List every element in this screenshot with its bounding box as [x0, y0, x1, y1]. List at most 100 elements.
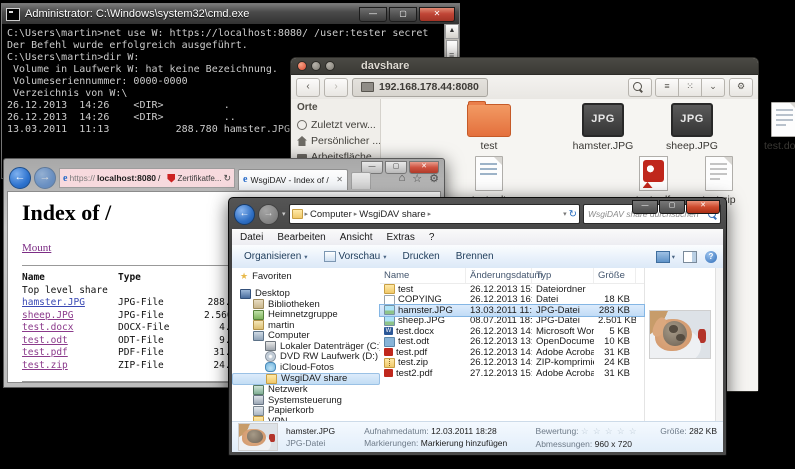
add-tag-field[interactable]: Markierung hinzufügen: [421, 438, 507, 448]
search-button[interactable]: [628, 78, 652, 97]
tree-item-martin[interactable]: martin: [232, 320, 380, 331]
tree-item-desktop[interactable]: Desktop: [232, 289, 380, 300]
history-dropdown[interactable]: ▾: [282, 210, 286, 218]
tree-item-computer[interactable]: Computer: [232, 331, 380, 342]
file-link[interactable]: test.zip: [22, 360, 68, 371]
maximize-button[interactable]: ▢: [389, 7, 417, 22]
certificate-error-button[interactable]: Zertifikatfe...: [177, 174, 221, 183]
navigation-tree: ★Favoriten Desktop Bibliotheken Heimnetz…: [232, 268, 380, 422]
close-button[interactable]: ✕: [419, 7, 455, 22]
file-item-sheep-jpg[interactable]: JPG sheep.JPG: [649, 101, 735, 152]
settings-gear-icon[interactable]: ⚙: [429, 172, 439, 185]
tree-item-netzwerk[interactable]: Netzwerk: [232, 385, 380, 396]
menu-datei[interactable]: Datei: [240, 232, 263, 243]
forward-button[interactable]: ›: [324, 78, 348, 97]
help-icon[interactable]: ?: [705, 251, 717, 263]
file-link[interactable]: hamster.JPG: [22, 297, 85, 308]
back-button[interactable]: ‹: [296, 78, 320, 97]
file-row-test[interactable]: test 26.12.2013 15:21 Dateiordner: [380, 284, 644, 295]
maximize-button[interactable]: [325, 61, 335, 71]
mount-link[interactable]: Mount: [22, 242, 51, 254]
home-icon[interactable]: ⌂: [399, 172, 406, 185]
minimize-button[interactable]: —: [359, 7, 387, 22]
print-button[interactable]: Drucken: [397, 249, 446, 264]
gear-menu-button[interactable]: ⚙: [729, 78, 753, 97]
file-row-hamster-selected[interactable]: hamster.JPG 13.03.2011 11:13 JPG-Datei 2…: [380, 305, 644, 316]
pdf-file-icon: [384, 369, 393, 377]
file-row-copying[interactable]: COPYING 26.12.2013 16:22 Datei 18 KB: [380, 295, 644, 306]
sidebar-item-home[interactable]: Persönlicher ...: [297, 133, 380, 149]
cmd-title-bar[interactable]: Administrator: C:\Windows\system32\cmd.e…: [2, 4, 459, 24]
file-item-hamster-jpg[interactable]: JPG hamster.JPG: [560, 101, 646, 152]
file-size: 282 KB: [689, 426, 717, 436]
file-link[interactable]: test.odt: [22, 335, 68, 346]
change-view-button[interactable]: ▾: [656, 251, 675, 263]
breadcrumb-davshare[interactable]: WsgiDAV share: [359, 209, 425, 220]
breadcrumb-field[interactable]: ▸ Computer ▸ WsgiDAV share ▸ ▾ ↻: [289, 204, 580, 224]
file-row-sheep[interactable]: sheep.JPG 08.07.2011 18:52 JPG-Datei 2.5…: [380, 316, 644, 327]
column-type[interactable]: Typ: [532, 268, 594, 283]
file-list: Name Änderungsdatum Typ Größe test 26.12…: [380, 268, 644, 422]
file-item-test-docx[interactable]: test.docx: [742, 101, 795, 152]
maximize-button[interactable]: ▢: [659, 200, 685, 214]
list-view-button[interactable]: ≡: [655, 78, 679, 97]
cmd-window-title: Administrator: C:\Windows\system32\cmd.e…: [25, 8, 359, 20]
scrollbar[interactable]: [715, 268, 723, 422]
preview-pane-toggle[interactable]: [683, 251, 697, 263]
preview-button[interactable]: Vorschau▾: [318, 249, 393, 264]
view-options-chevron[interactable]: ⌄: [701, 78, 725, 97]
tree-item-dvd[interactable]: DVD RW Laufwerk (D:): [232, 352, 380, 363]
forward-button[interactable]: →: [34, 167, 56, 189]
nautilus-title-bar[interactable]: davshare: [291, 58, 758, 75]
burn-button[interactable]: Brennen: [450, 249, 500, 264]
organize-button[interactable]: Organisieren▾: [238, 249, 314, 264]
file-link[interactable]: sheep.JPG: [22, 310, 73, 321]
sidebar-item-recent[interactable]: Zuletzt verw...: [297, 117, 380, 133]
file-link[interactable]: test.docx: [22, 322, 73, 333]
forward-button[interactable]: →: [258, 204, 279, 225]
file-link[interactable]: test.pdf: [22, 347, 68, 358]
file-row-pdf2[interactable]: test2.pdf 27.12.2013 15:10 Adobe Acrobat…: [380, 368, 644, 379]
tree-item-icloud[interactable]: iCloud-Fotos: [232, 362, 380, 373]
file-row-odt[interactable]: test.odt 26.12.2013 13:55 OpenDocument T…: [380, 337, 644, 348]
tree-item-davshare-selected[interactable]: WsgiDAV share: [232, 373, 380, 385]
menu-bearbeiten[interactable]: Bearbeiten: [277, 232, 325, 243]
scroll-up-arrow[interactable]: ▲: [445, 24, 459, 39]
tree-item-favoriten[interactable]: ★Favoriten: [232, 271, 380, 282]
close-button[interactable]: ✕: [686, 200, 720, 214]
favorites-star-icon[interactable]: ☆: [412, 172, 422, 185]
tree-item-heimnetzgruppe[interactable]: Heimnetzgruppe: [232, 310, 380, 321]
file-item-test[interactable]: test: [446, 101, 532, 152]
refresh-icon[interactable]: ↻: [223, 173, 231, 184]
column-size[interactable]: Größe: [594, 268, 636, 283]
tab-close-icon[interactable]: ✕: [336, 175, 343, 184]
menu-bar: Datei Bearbeiten Ansicht Extras ?: [232, 229, 723, 246]
rating-stars[interactable]: ☆ ☆ ☆ ☆ ☆: [581, 426, 638, 436]
refresh-icon[interactable]: ↻: [569, 209, 577, 220]
browser-tab[interactable]: e WsgiDAV - Index of / ✕: [238, 169, 348, 190]
grid-view-button[interactable]: ⁙: [678, 78, 702, 97]
search-icon: [633, 82, 642, 91]
location-breadcrumb[interactable]: 192.168.178.44:8080: [352, 78, 488, 97]
tree-item-disk-c[interactable]: Lokaler Datenträger (C:): [232, 341, 380, 352]
address-bar[interactable]: e https://localhost:8080/ Zertifikatfe..…: [59, 168, 235, 188]
address-dropdown[interactable]: ▾: [563, 210, 567, 218]
column-date[interactable]: Änderungsdatum: [466, 268, 532, 283]
file-row-docx[interactable]: Wtest.docx 26.12.2013 14:26 Microsoft Wo…: [380, 326, 644, 337]
menu-help[interactable]: ?: [429, 232, 435, 243]
column-name[interactable]: Name: [380, 268, 466, 283]
file-row-pdf[interactable]: test.pdf 26.12.2013 14:19 Adobe Acrobat …: [380, 347, 644, 358]
breadcrumb-computer[interactable]: Computer: [310, 209, 352, 220]
menu-ansicht[interactable]: Ansicht: [340, 232, 373, 243]
menu-extras[interactable]: Extras: [387, 232, 415, 243]
close-button[interactable]: [297, 61, 307, 71]
new-tab-button[interactable]: [351, 172, 371, 189]
tree-item-bibliotheken[interactable]: Bibliotheken: [232, 299, 380, 310]
back-button[interactable]: ←: [234, 204, 255, 225]
back-button[interactable]: ←: [9, 167, 31, 189]
file-row-zip[interactable]: test.zip 26.12.2013 14:22 ZIP-komprimier…: [380, 358, 644, 369]
tree-item-systemsteuerung[interactable]: Systemsteuerung: [232, 395, 380, 406]
tree-item-papierkorb[interactable]: Papierkorb: [232, 406, 380, 417]
minimize-button[interactable]: [311, 61, 321, 71]
minimize-button[interactable]: —: [632, 200, 658, 214]
